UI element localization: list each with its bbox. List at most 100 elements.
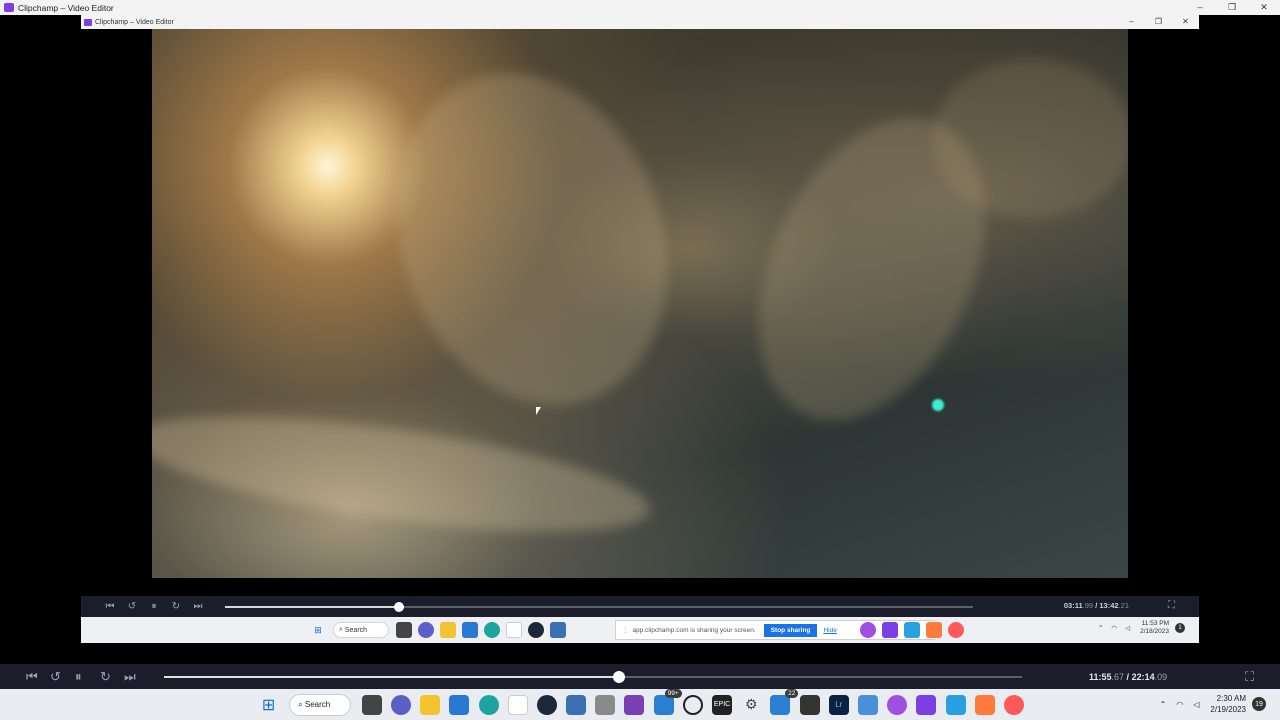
outer-progress-handle[interactable] xyxy=(612,671,625,683)
messenger-icon[interactable] xyxy=(887,694,908,715)
outer-time-current: 11:55 xyxy=(1089,672,1112,682)
skip-back-icon[interactable]: ⏮ xyxy=(99,601,121,612)
share-message: app.clipchamp.com is sharing your screen… xyxy=(632,626,756,634)
cloud-shape xyxy=(152,393,656,555)
edge-icon[interactable] xyxy=(484,622,500,638)
pause-icon[interactable]: ⏸ xyxy=(75,669,82,685)
clipchamp-taskbar-icon[interactable] xyxy=(882,622,898,638)
circle-app-icon[interactable] xyxy=(682,694,703,715)
clipchamp-icon xyxy=(84,18,92,26)
inner-window-controls: – ❐ ✕ xyxy=(1118,15,1199,29)
outer-search-box[interactable]: ⌕ Search xyxy=(289,693,352,716)
outer-notification-badge[interactable]: 19 xyxy=(1252,697,1266,711)
volume-icon[interactable]: ◁ xyxy=(1125,624,1130,632)
skip-back-icon[interactable]: ⏮ xyxy=(26,669,38,685)
inner-progress-handle[interactable] xyxy=(394,602,405,612)
inner-time-total-frac: .21 xyxy=(1118,601,1129,610)
clipchamp-taskbar-icon[interactable] xyxy=(916,694,937,715)
outer-time-total-frac: .09 xyxy=(1154,672,1168,682)
inner-maximize-button[interactable]: ❐ xyxy=(1145,15,1172,29)
app-icon[interactable] xyxy=(857,694,878,715)
store-icon[interactable] xyxy=(449,694,470,715)
wifi-icon[interactable]: ◠ xyxy=(1111,624,1117,632)
chevron-up-icon[interactable]: ⌃ xyxy=(1098,624,1103,632)
inner-progress-track[interactable] xyxy=(225,602,973,612)
app-icon[interactable] xyxy=(904,622,920,638)
wifi-icon[interactable]: ◠ xyxy=(1176,700,1183,709)
outer-clock-date: 2/19/2023 xyxy=(1210,705,1246,714)
record-icon[interactable] xyxy=(1003,694,1024,715)
outer-time-current-frac: .67 xyxy=(1111,672,1125,682)
messenger-icon[interactable] xyxy=(860,622,876,638)
mouse-cursor-icon xyxy=(536,407,541,415)
inner-taskbar: ⊞ ⌕ Search ⋮ app.clipchamp.com is sharin… xyxy=(81,617,1199,643)
lightroom-icon[interactable]: Lr xyxy=(828,694,849,715)
hide-button[interactable]: Hide xyxy=(823,627,836,634)
outer-clock-time: 2:30 AM xyxy=(1216,694,1246,703)
maximize-button[interactable]: ❐ xyxy=(1216,0,1248,15)
pause-icon[interactable]: ⏸ xyxy=(143,601,165,612)
app-icon[interactable] xyxy=(595,694,616,715)
app-icon[interactable] xyxy=(624,694,645,715)
forward-icon[interactable]: ↻ xyxy=(100,669,111,685)
skip-forward-icon[interactable]: ⏭ xyxy=(187,601,209,612)
outer-system-tray: ⌃ ◠ ◁ 2:30 AM 2/19/2023 19 xyxy=(1155,693,1266,715)
minimize-button[interactable]: – xyxy=(1184,0,1216,15)
inner-time-current: 03:11 xyxy=(1063,601,1083,610)
inner-system-tray: ⌃ ◠ ◁ 11:53 PM 2/18/2023 1 xyxy=(1094,620,1185,636)
inner-clock[interactable]: 11:53 PM 2/18/2023 xyxy=(1140,620,1169,636)
outer-time-display: 11:55.67 / 22:14.09 xyxy=(1089,672,1167,682)
record-icon[interactable] xyxy=(948,622,964,638)
outer-taskbar: ⊞ ⌕ Search 99+ EPIC ⚙ 22 Lr ⌃ ◠ ◁ 2:30 A… xyxy=(0,688,1280,720)
inner-minimize-button[interactable]: – xyxy=(1118,15,1145,29)
app-icon[interactable] xyxy=(566,694,587,715)
edge-icon[interactable] xyxy=(478,694,499,715)
rewind-icon[interactable]: ↺ xyxy=(50,669,61,685)
steam-icon[interactable] xyxy=(528,622,544,638)
mail-icon[interactable]: 99+ xyxy=(653,688,682,715)
skip-forward-icon[interactable]: ⏭ xyxy=(124,669,136,685)
task-view-icon[interactable] xyxy=(361,694,382,715)
notepad-icon[interactable] xyxy=(507,694,528,715)
teams-badge: 22 xyxy=(785,688,799,698)
windows-start-icon[interactable]: ⊞ xyxy=(310,622,326,638)
app-icon[interactable] xyxy=(550,622,566,638)
outer-progress-fill xyxy=(164,676,619,678)
app-icon[interactable] xyxy=(799,694,820,715)
outer-player-controls: ⏮ ↺ ⏸ ↻ ⏭ 11:55.67 / 22:14.09 ⛶ xyxy=(0,664,1280,689)
close-button[interactable]: ✕ xyxy=(1248,0,1280,15)
teams-icon[interactable]: 22 xyxy=(770,688,799,715)
chevron-up-icon[interactable]: ⌃ xyxy=(1160,700,1167,709)
chat-icon[interactable] xyxy=(390,694,411,715)
camera-icon[interactable] xyxy=(974,694,995,715)
outer-fullscreen-icon[interactable]: ⛶ xyxy=(1245,669,1254,685)
task-view-icon[interactable] xyxy=(396,622,412,638)
file-explorer-icon[interactable] xyxy=(420,694,441,715)
gear-icon[interactable]: ⚙ xyxy=(741,695,761,715)
forward-icon[interactable]: ↻ xyxy=(165,601,187,612)
outer-progress-track[interactable] xyxy=(164,671,1022,683)
video-preview[interactable] xyxy=(152,29,1128,578)
rewind-icon[interactable]: ↺ xyxy=(121,601,143,612)
volume-icon[interactable]: ◁ xyxy=(1193,700,1199,709)
epic-games-icon[interactable]: EPIC xyxy=(712,694,733,715)
file-explorer-icon[interactable] xyxy=(440,622,456,638)
store-icon[interactable] xyxy=(462,622,478,638)
chat-icon[interactable] xyxy=(418,622,434,638)
steam-icon[interactable] xyxy=(536,694,557,715)
stop-sharing-button[interactable]: Stop sharing xyxy=(763,623,818,637)
windows-start-icon[interactable]: ⊞ xyxy=(259,695,279,715)
outer-time-separator: / xyxy=(1124,672,1132,682)
inner-search-box[interactable]: ⌕ Search xyxy=(333,622,389,638)
clipchamp-icon xyxy=(4,3,14,12)
lens-flare-dot xyxy=(932,399,944,411)
app-icon[interactable] xyxy=(945,694,966,715)
camera-icon[interactable] xyxy=(926,622,942,638)
outer-window-controls: – ❐ ✕ xyxy=(1184,0,1280,15)
drag-handle-icon[interactable]: ⋮ xyxy=(622,626,629,634)
outer-clock[interactable]: 2:30 AM 2/19/2023 xyxy=(1210,693,1246,715)
notepad-icon[interactable] xyxy=(506,622,522,638)
inner-close-button[interactable]: ✕ xyxy=(1172,15,1199,29)
inner-fullscreen-icon[interactable]: ⛶ xyxy=(1168,600,1175,611)
inner-notification-badge[interactable]: 1 xyxy=(1175,623,1185,633)
